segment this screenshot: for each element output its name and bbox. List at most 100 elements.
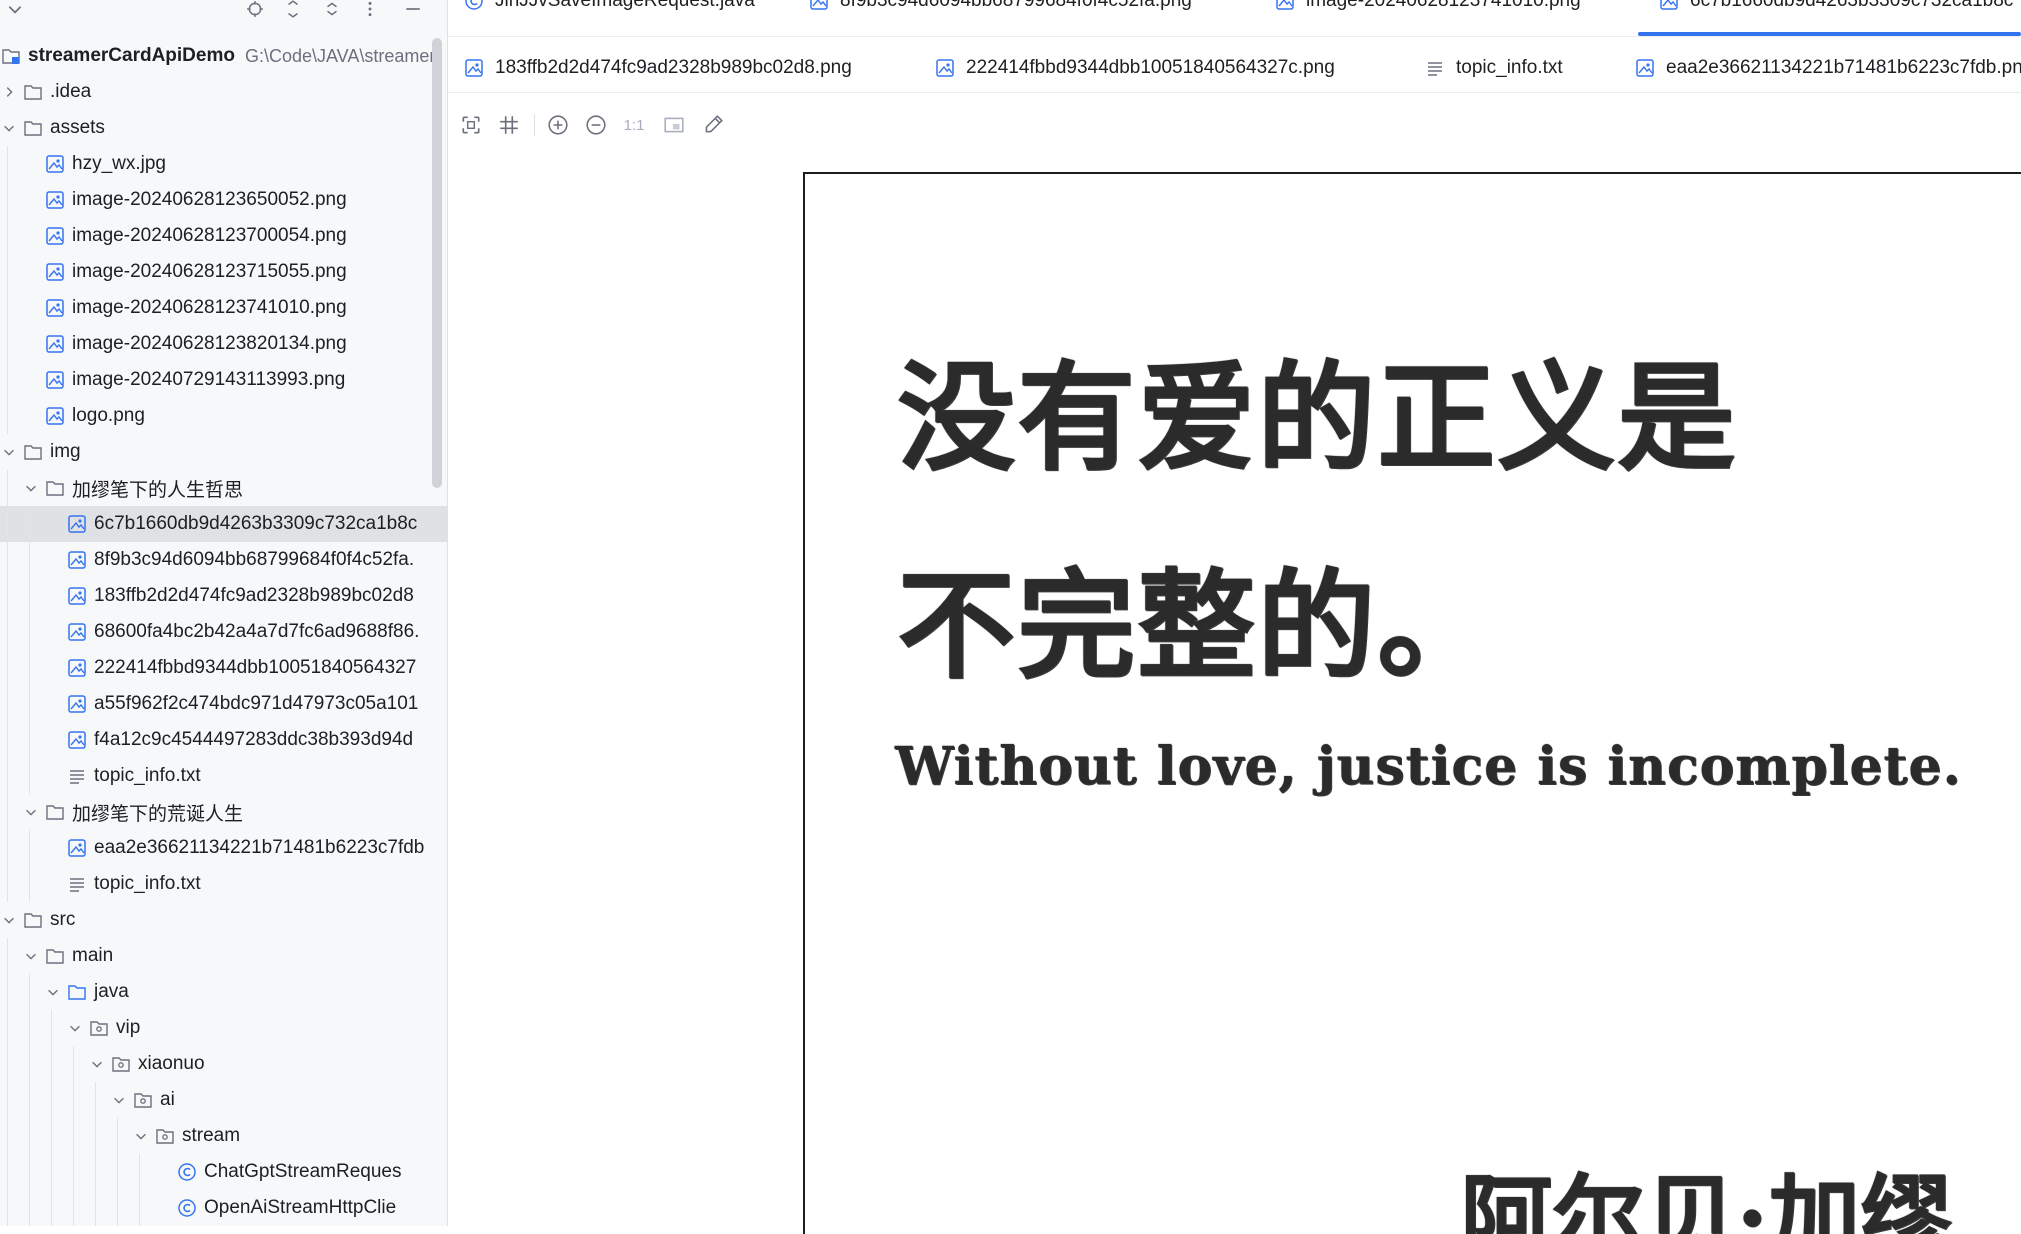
tree-file-item[interactable]: 183ffb2d2d474fc9ad2328b989bc02d8 [0,578,447,614]
folder-icon [44,477,66,499]
tree-item-label: src [50,909,76,930]
tree-folder-item[interactable]: 加缪笔下的人生哲思 [0,470,447,506]
tree-folder-item[interactable]: main [0,938,447,974]
indent-guide [29,686,30,722]
tree-file-item[interactable]: image-20240628123820134.png [0,326,447,362]
editor-tab[interactable]: eaa2e36621134221b71481b6223c7fdb.png [1634,44,2021,92]
tree-item-label: vip [116,1017,141,1038]
tree-file-item[interactable]: image-20240628123700054.png [0,218,447,254]
tree-item-label: java [94,981,129,1002]
indent-guide [29,542,30,578]
tree-file-item[interactable]: topic_info.txt [0,866,447,902]
zoom-out-icon[interactable] [583,112,609,138]
editor-tab[interactable]: 222414fbbd9344dbb10051840564327c.png [934,44,1335,92]
tree-file-item[interactable]: image-20240628123715055.png [0,254,447,290]
source-folder-icon [66,981,88,1003]
editor-tab[interactable]: JinJJvSaveImageRequest.java [463,0,755,26]
tree-root[interactable]: streamerCardApiDemo G:\Code\JAVA\streame… [0,38,447,74]
tree-folder-item[interactable]: vip [0,1010,447,1046]
color-picker-icon[interactable] [700,112,726,138]
chevron-down-icon[interactable] [22,794,40,830]
more-options-icon[interactable] [359,0,381,20]
chevron-down-icon[interactable] [0,902,18,938]
tree-folder-item[interactable]: stream [0,1118,447,1154]
editor-tab[interactable]: image-20240628123741010.png [1274,0,1581,26]
chevron-down-icon[interactable] [66,1010,84,1046]
tree-folder-item[interactable]: assets [0,110,447,146]
tree-file-item[interactable]: ChatGptStreamReques [0,1154,447,1190]
tree-folder-item[interactable]: ai [0,1082,447,1118]
indent-guide [7,470,8,506]
tree-file-item[interactable]: 222414fbbd9344dbb10051840564327 [0,650,447,686]
editor-tab[interactable]: 6c7b1660db9d4263b3309c732ca1b8c [1658,0,2013,26]
tree-file-item[interactable]: 6c7b1660db9d4263b3309c732ca1b8c [0,506,447,542]
minimize-icon[interactable] [402,0,424,20]
tree-file-item[interactable]: a55f962f2c474bdc971d47973c05a101 [0,686,447,722]
indent-guide [7,1154,8,1190]
tree-item-label: topic_info.txt [94,765,201,786]
tree-file-item[interactable]: 68600fa4bc2b42a4a7d7fc6ad9688f86. [0,614,447,650]
chevron-down-icon[interactable] [22,938,40,974]
tree-file-item[interactable]: f4a12c9c4544497283ddc38b393d94d [0,722,447,758]
tree-folder-item[interactable]: src [0,902,447,938]
chevron-down-icon[interactable] [132,1118,150,1154]
tree-folder-item[interactable]: 加缪笔下的荒诞人生 [0,794,447,830]
expand-all-icon[interactable] [282,0,304,20]
chevron-down-icon[interactable] [4,0,26,20]
indent-guide [7,758,8,794]
indent-guide [7,830,8,866]
collapse-all-icon[interactable] [321,0,343,20]
tree-file-item[interactable]: logo.png [0,398,447,434]
fit-to-window-icon[interactable] [458,112,484,138]
indent-guide [7,362,8,398]
indent-guide [73,1190,74,1226]
tree-file-item[interactable]: OpenAiStreamHttpClie [0,1190,447,1226]
chevron-down-icon[interactable] [110,1082,128,1118]
editor-tab[interactable]: 183ffb2d2d474fc9ad2328b989bc02d8.png [463,44,852,92]
tree-item-label: img [50,441,81,462]
background-toggle-icon[interactable] [661,112,687,138]
zoom-in-icon[interactable] [545,112,571,138]
tree-item-label: image-20240628123741010.png [72,297,347,318]
tree-file-item[interactable]: 8f9b3c94d6094bb68799684f0f4c52fa. [0,542,447,578]
project-module-icon [0,45,22,67]
image-file-icon [463,57,485,79]
tree-file-item[interactable]: image-20240628123650052.png [0,182,447,218]
tree-file-item[interactable]: image-20240628123741010.png [0,290,447,326]
indent-guide [73,1046,74,1082]
chevron-down-icon[interactable] [44,974,62,1010]
actual-size-button[interactable]: 1:1 [621,112,647,138]
indent-guide [29,1082,30,1118]
grid-toggle-icon[interactable] [496,112,522,138]
tree-item-label: 183ffb2d2d474fc9ad2328b989bc02d8 [94,585,414,606]
editor-tab[interactable]: topic_info.txt [1424,44,1563,92]
java-class-icon [176,1161,198,1183]
chevron-down-icon[interactable] [88,1046,106,1082]
chevron-down-icon[interactable] [0,110,18,146]
editor-tab-label: 183ffb2d2d474fc9ad2328b989bc02d8.png [495,57,852,78]
chevron-down-icon[interactable] [0,434,18,470]
tree-file-item[interactable]: eaa2e36621134221b71481b6223c7fdb [0,830,447,866]
image-file-icon [66,837,88,859]
project-scrollbar[interactable] [432,38,442,488]
image-file-icon [66,657,88,679]
tree-file-item[interactable]: image-20240729143113993.png [0,362,447,398]
folder-icon [22,909,44,931]
editor-tab[interactable]: 8f9b3c94d6094bb68799684f0f4c52fa.png [808,0,1192,26]
tree-file-item[interactable]: hzy_wx.jpg [0,146,447,182]
project-name: streamerCardApiDemo [28,45,235,66]
project-panel: streamerCardApiDemo G:\Code\JAVA\streame… [0,0,448,1226]
tree-folder-item[interactable]: java [0,974,447,1010]
locate-icon[interactable] [244,0,266,20]
tree-folder-item[interactable]: img [0,434,447,470]
package-icon [132,1089,154,1111]
tree-file-item[interactable]: topic_info.txt [0,758,447,794]
tree-folder-item[interactable]: .idea [0,74,447,110]
chevron-right-icon[interactable] [0,74,18,110]
chevron-down-icon[interactable] [22,470,40,506]
tree-folder-item[interactable]: xiaonuo [0,1046,447,1082]
tree-item-label: OpenAiStreamHttpClie [204,1197,397,1218]
